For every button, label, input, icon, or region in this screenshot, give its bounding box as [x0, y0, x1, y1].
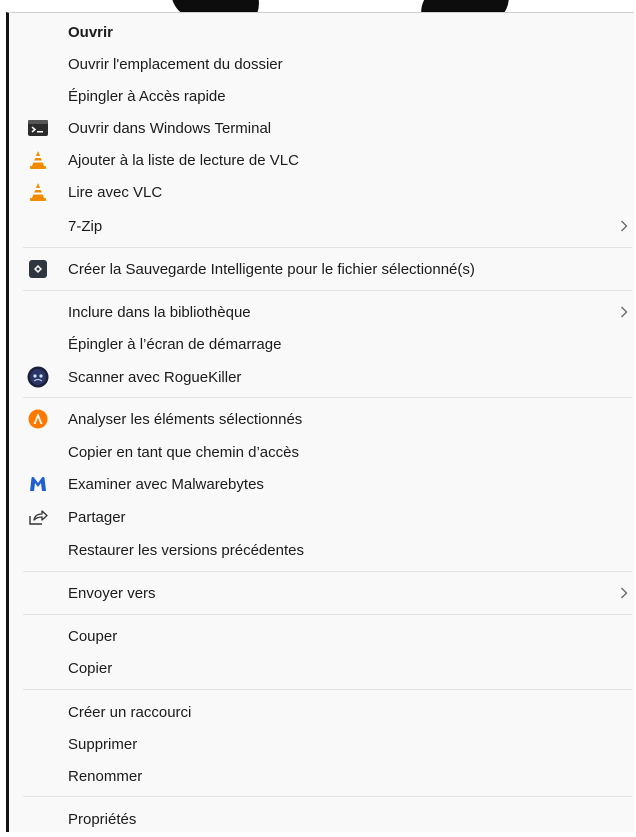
menu-item-label: Scanner avec RogueKiller	[68, 368, 242, 386]
menu-item-label: Copier en tant que chemin d’accès	[68, 443, 299, 461]
menu-separator	[23, 796, 632, 797]
menu-item-lire-vlc[interactable]: Lire avec VLC	[9, 176, 634, 208]
menu-item-copier[interactable]: Copier	[9, 652, 634, 684]
menu-item-ouvrir[interactable]: Ouvrir	[9, 16, 634, 48]
menu-separator	[23, 290, 632, 291]
chevron-right-icon	[618, 586, 630, 600]
menu-item-label: Inclure dans la bibliothèque	[68, 303, 251, 321]
menu-item-renommer[interactable]: Renommer	[9, 760, 634, 792]
chevron-right-icon	[618, 219, 630, 233]
menu-item-label: Couper	[68, 627, 118, 645]
menu-item-label: Envoyer vers	[68, 584, 156, 602]
menu-item-restaurer-versions[interactable]: Restaurer les versions précédentes	[9, 534, 634, 566]
menu-item-label: Lire avec VLC	[68, 183, 163, 201]
menu-item-couper[interactable]: Couper	[9, 620, 634, 652]
menu-item-epingler-demarrage[interactable]: Épingler à l’écran de démarrage	[9, 328, 634, 360]
menu-item-epingler-acces-rapide[interactable]: Épingler à Accès rapide	[9, 80, 634, 112]
menu-item-label: Créer un raccourci	[68, 703, 192, 721]
share-icon	[27, 506, 49, 528]
malwarebytes-icon	[27, 473, 49, 495]
menu-item-label: Épingler à l’écran de démarrage	[68, 335, 282, 353]
menu-item-label: Restaurer les versions précédentes	[68, 541, 304, 559]
avast-icon	[27, 408, 49, 430]
menu-item-label: Renommer	[68, 767, 143, 785]
menu-item-analyser-avast[interactable]: Analyser les éléments sélectionnés	[9, 403, 634, 435]
menu-item-label: Partager	[68, 508, 126, 526]
menu-separator	[23, 689, 632, 690]
menu-item-supprimer[interactable]: Supprimer	[9, 728, 634, 760]
roguekiller-icon	[27, 366, 49, 388]
chevron-right-icon	[618, 305, 630, 319]
menu-item-inclure-bibliotheque[interactable]: Inclure dans la bibliothèque	[9, 296, 634, 328]
terminal-icon	[27, 117, 49, 139]
menu-item-label: Ouvrir l'emplacement du dossier	[68, 55, 283, 73]
context-menu: Ouvrir Ouvrir l'emplacement du dossier É…	[6, 12, 634, 832]
menu-item-label: 7-Zip	[68, 217, 103, 235]
menu-separator	[23, 614, 632, 615]
menu-item-partager[interactable]: Partager	[9, 501, 634, 533]
menu-item-envoyer-vers[interactable]: Envoyer vers	[9, 577, 634, 609]
menu-item-label: Ouvrir dans Windows Terminal	[68, 119, 272, 137]
menu-item-roguekiller[interactable]: Scanner avec RogueKiller	[9, 361, 634, 393]
vlc-cone-icon	[27, 149, 49, 171]
menu-separator	[23, 247, 632, 248]
menu-item-7zip[interactable]: 7-Zip	[9, 210, 634, 242]
menu-separator	[23, 571, 632, 572]
menu-item-label: Épingler à Accès rapide	[68, 87, 226, 105]
menu-item-label: Supprimer	[68, 735, 138, 753]
menu-item-label: Créer la Sauvegarde Intelligente pour le…	[68, 260, 475, 278]
menu-item-vlc-playlist[interactable]: Ajouter à la liste de lecture de VLC	[9, 144, 634, 176]
menu-item-label: Propriétés	[68, 810, 137, 828]
menu-item-ouvrir-emplacement[interactable]: Ouvrir l'emplacement du dossier	[9, 48, 634, 80]
menu-item-label: Copier	[68, 659, 113, 677]
menu-item-label: Analyser les éléments sélectionnés	[68, 410, 303, 428]
menu-item-malwarebytes[interactable]: Examiner avec Malwarebytes	[9, 468, 634, 500]
menu-item-label: Ouvrir	[68, 23, 114, 41]
menu-item-label: Ajouter à la liste de lecture de VLC	[68, 151, 299, 169]
menu-item-label: Examiner avec Malwarebytes	[68, 475, 264, 493]
menu-item-sauvegarde-intelligente[interactable]: Créer la Sauvegarde Intelligente pour le…	[9, 253, 634, 285]
vlc-cone-icon	[27, 181, 49, 203]
smart-backup-icon	[27, 258, 49, 280]
menu-item-proprietes[interactable]: Propriétés	[9, 803, 634, 835]
menu-item-copier-chemin[interactable]: Copier en tant que chemin d’accès	[9, 436, 634, 468]
menu-separator	[23, 397, 632, 398]
menu-item-creer-raccourci[interactable]: Créer un raccourci	[9, 696, 634, 728]
menu-item-windows-terminal[interactable]: Ouvrir dans Windows Terminal	[9, 112, 634, 144]
